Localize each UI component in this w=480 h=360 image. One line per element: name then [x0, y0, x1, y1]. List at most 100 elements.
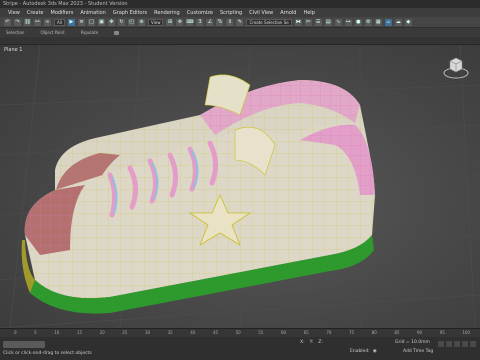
ribbon-tab-selection[interactable]: Selection	[6, 30, 24, 35]
add-time-tag[interactable]: Add Time Tag	[403, 349, 433, 354]
menu-scripting[interactable]: Scripting	[220, 10, 242, 16]
tick-label: 65	[303, 330, 309, 335]
window-crossing-icon[interactable]: ▣	[97, 18, 105, 26]
menu-civil-view[interactable]: Civil View	[249, 10, 273, 16]
status-bar: Click or click-and-drag to select object…	[0, 337, 480, 360]
pivot-center-icon[interactable]: ⊞	[166, 18, 174, 26]
select-by-name-icon[interactable]: ≡	[77, 18, 85, 26]
playback-controls	[438, 341, 476, 347]
tick-label: 85	[394, 330, 400, 335]
angle-snap-icon[interactable]: ∠	[206, 18, 214, 26]
select-object-icon[interactable]: ▶	[67, 18, 75, 26]
place-icon[interactable]: ⊕	[137, 18, 145, 26]
a360-gallery-icon[interactable]: ◆	[404, 18, 412, 26]
grid-spacing: Grid = 10.0mm	[395, 340, 430, 345]
tick-label: 40	[190, 330, 196, 335]
reference-coordinate-dropdown[interactable]: View	[147, 18, 164, 26]
rotate-icon[interactable]: ↻	[117, 18, 125, 26]
menu-customize[interactable]: Customize	[187, 10, 213, 16]
spinner-snap-icon[interactable]: ⇕	[226, 18, 234, 26]
tick-label: 50	[235, 330, 241, 335]
tick-label: 5	[34, 330, 37, 335]
viewport-scene	[0, 45, 480, 328]
mirror-icon[interactable]: ⧓	[294, 18, 302, 26]
tick-label: 55	[258, 330, 264, 335]
menu-animation[interactable]: Animation	[80, 10, 106, 16]
ribbon-toggle-icon[interactable]	[114, 30, 120, 35]
tick-label: 25	[122, 330, 128, 335]
edit-named-selection-icon[interactable]: ✎	[236, 18, 244, 26]
main-toolbar: ↶ ↷ ⛓ ⚯ ≈ All ▶ ≡ □ ▣ ✥ ↻ ◰ ⊕ View ⊞ ✜ ⌨…	[0, 17, 480, 28]
go-to-end-icon[interactable]	[470, 341, 476, 347]
select-manipulate-icon[interactable]: ✜	[176, 18, 184, 26]
play-icon[interactable]	[454, 341, 460, 347]
tick-label: 35	[167, 330, 173, 335]
ribbon-tab-object-paint[interactable]: Object Paint	[40, 30, 64, 35]
render-setup-icon[interactable]: ⚙	[364, 18, 372, 26]
menu-rendering[interactable]: Rendering	[154, 10, 180, 16]
tick-label: 15	[76, 330, 83, 335]
selection-filter-dropdown[interactable]: All	[54, 18, 65, 26]
y-coord-label: Y:	[309, 340, 314, 345]
ribbon-tabs: Selection Object Paint Populate	[0, 28, 480, 37]
go-to-start-icon[interactable]	[438, 341, 444, 347]
snaps-toggle-icon[interactable]: 3	[196, 18, 204, 26]
window-title: Stripe - Autodesk 3ds Max 2023 - Student…	[3, 1, 128, 7]
viewport-label[interactable]: Plane 1	[4, 47, 22, 53]
maxscript-listener-button[interactable]	[3, 341, 45, 348]
bind-spacewarp-icon[interactable]: ≈	[44, 18, 51, 26]
tick-label: 60	[280, 330, 287, 335]
z-coord-label: Z:	[318, 340, 323, 345]
viewcube-icon[interactable]	[442, 53, 470, 81]
tick-label: 20	[99, 330, 105, 335]
tick-label: 30	[144, 330, 151, 335]
tick-label: 45	[212, 330, 219, 335]
enabled-label: Enabled:	[350, 349, 370, 354]
tick-label: 0	[14, 330, 17, 335]
menu-bar: View Create Modifiers Animation Graph Ed…	[0, 8, 480, 17]
ribbon-panel	[0, 37, 480, 45]
keyboard-shortcut-icon[interactable]: ⌨	[186, 18, 194, 26]
menu-graph-editors[interactable]: Graph Editors	[113, 10, 147, 16]
window-title-bar: Stripe - Autodesk 3ds Max 2023 - Student…	[0, 0, 480, 8]
menu-modifiers[interactable]: Modifiers	[51, 10, 74, 16]
tick-label: 10	[54, 330, 60, 335]
tick-label: 80	[371, 330, 377, 335]
percent-snap-icon[interactable]: %	[216, 18, 224, 26]
status-prompt: Click or click-and-drag to select object…	[3, 351, 92, 356]
menu-view[interactable]: View	[8, 10, 20, 16]
unlink-icon[interactable]: ⚯	[34, 18, 41, 26]
align-icon[interactable]: ⊨	[304, 18, 312, 26]
render-in-cloud-icon[interactable]: ☁	[394, 18, 402, 26]
move-icon[interactable]: ✥	[107, 18, 115, 26]
perspective-viewport[interactable]: Plane 1	[0, 45, 480, 328]
curve-editor-icon[interactable]: ∿	[334, 18, 342, 26]
menu-create[interactable]: Create	[27, 10, 44, 16]
undo-icon[interactable]: ↶	[4, 18, 11, 26]
schematic-view-icon[interactable]: ⊶	[344, 18, 352, 26]
transform-type-in: X: Y: Z:	[300, 340, 323, 345]
tick-label: 70	[326, 330, 332, 335]
scale-icon[interactable]: ◰	[127, 18, 135, 26]
adaptive-degradation: Enabled: ◉	[350, 349, 377, 354]
previous-frame-icon[interactable]	[446, 341, 452, 347]
menu-help[interactable]: Help	[303, 10, 314, 16]
menu-arnold[interactable]: Arnold	[280, 10, 296, 16]
time-slider[interactable]: 0 5 10 15 20 25 30 35 40 45 50 55 60 65 …	[0, 328, 480, 337]
toggle-scene-explorer-icon[interactable]: ☰	[314, 18, 322, 26]
redo-icon[interactable]: ↷	[14, 18, 21, 26]
x-coord-label: X:	[300, 340, 305, 345]
material-editor-icon[interactable]: ●	[354, 18, 362, 26]
named-selection-dropdown[interactable]: Create Selection Se	[246, 18, 292, 26]
next-frame-icon[interactable]	[462, 341, 468, 347]
ribbon-tab-populate[interactable]: Populate	[81, 30, 98, 35]
adaptive-degradation-icon[interactable]: ◉	[373, 349, 377, 354]
timeline-ticks: 0 5 10 15 20 25 30 35 40 45 50 55 60 65 …	[14, 330, 470, 337]
rendered-frame-window-icon[interactable]: ▦	[374, 18, 382, 26]
render-production-icon[interactable]: ☕	[384, 18, 392, 26]
layer-explorer-icon[interactable]: ▤	[324, 18, 332, 26]
tick-label: 95	[439, 330, 445, 335]
rect-selection-icon[interactable]: □	[87, 18, 95, 26]
tick-label: 90	[417, 330, 423, 335]
link-icon[interactable]: ⛓	[24, 18, 31, 26]
